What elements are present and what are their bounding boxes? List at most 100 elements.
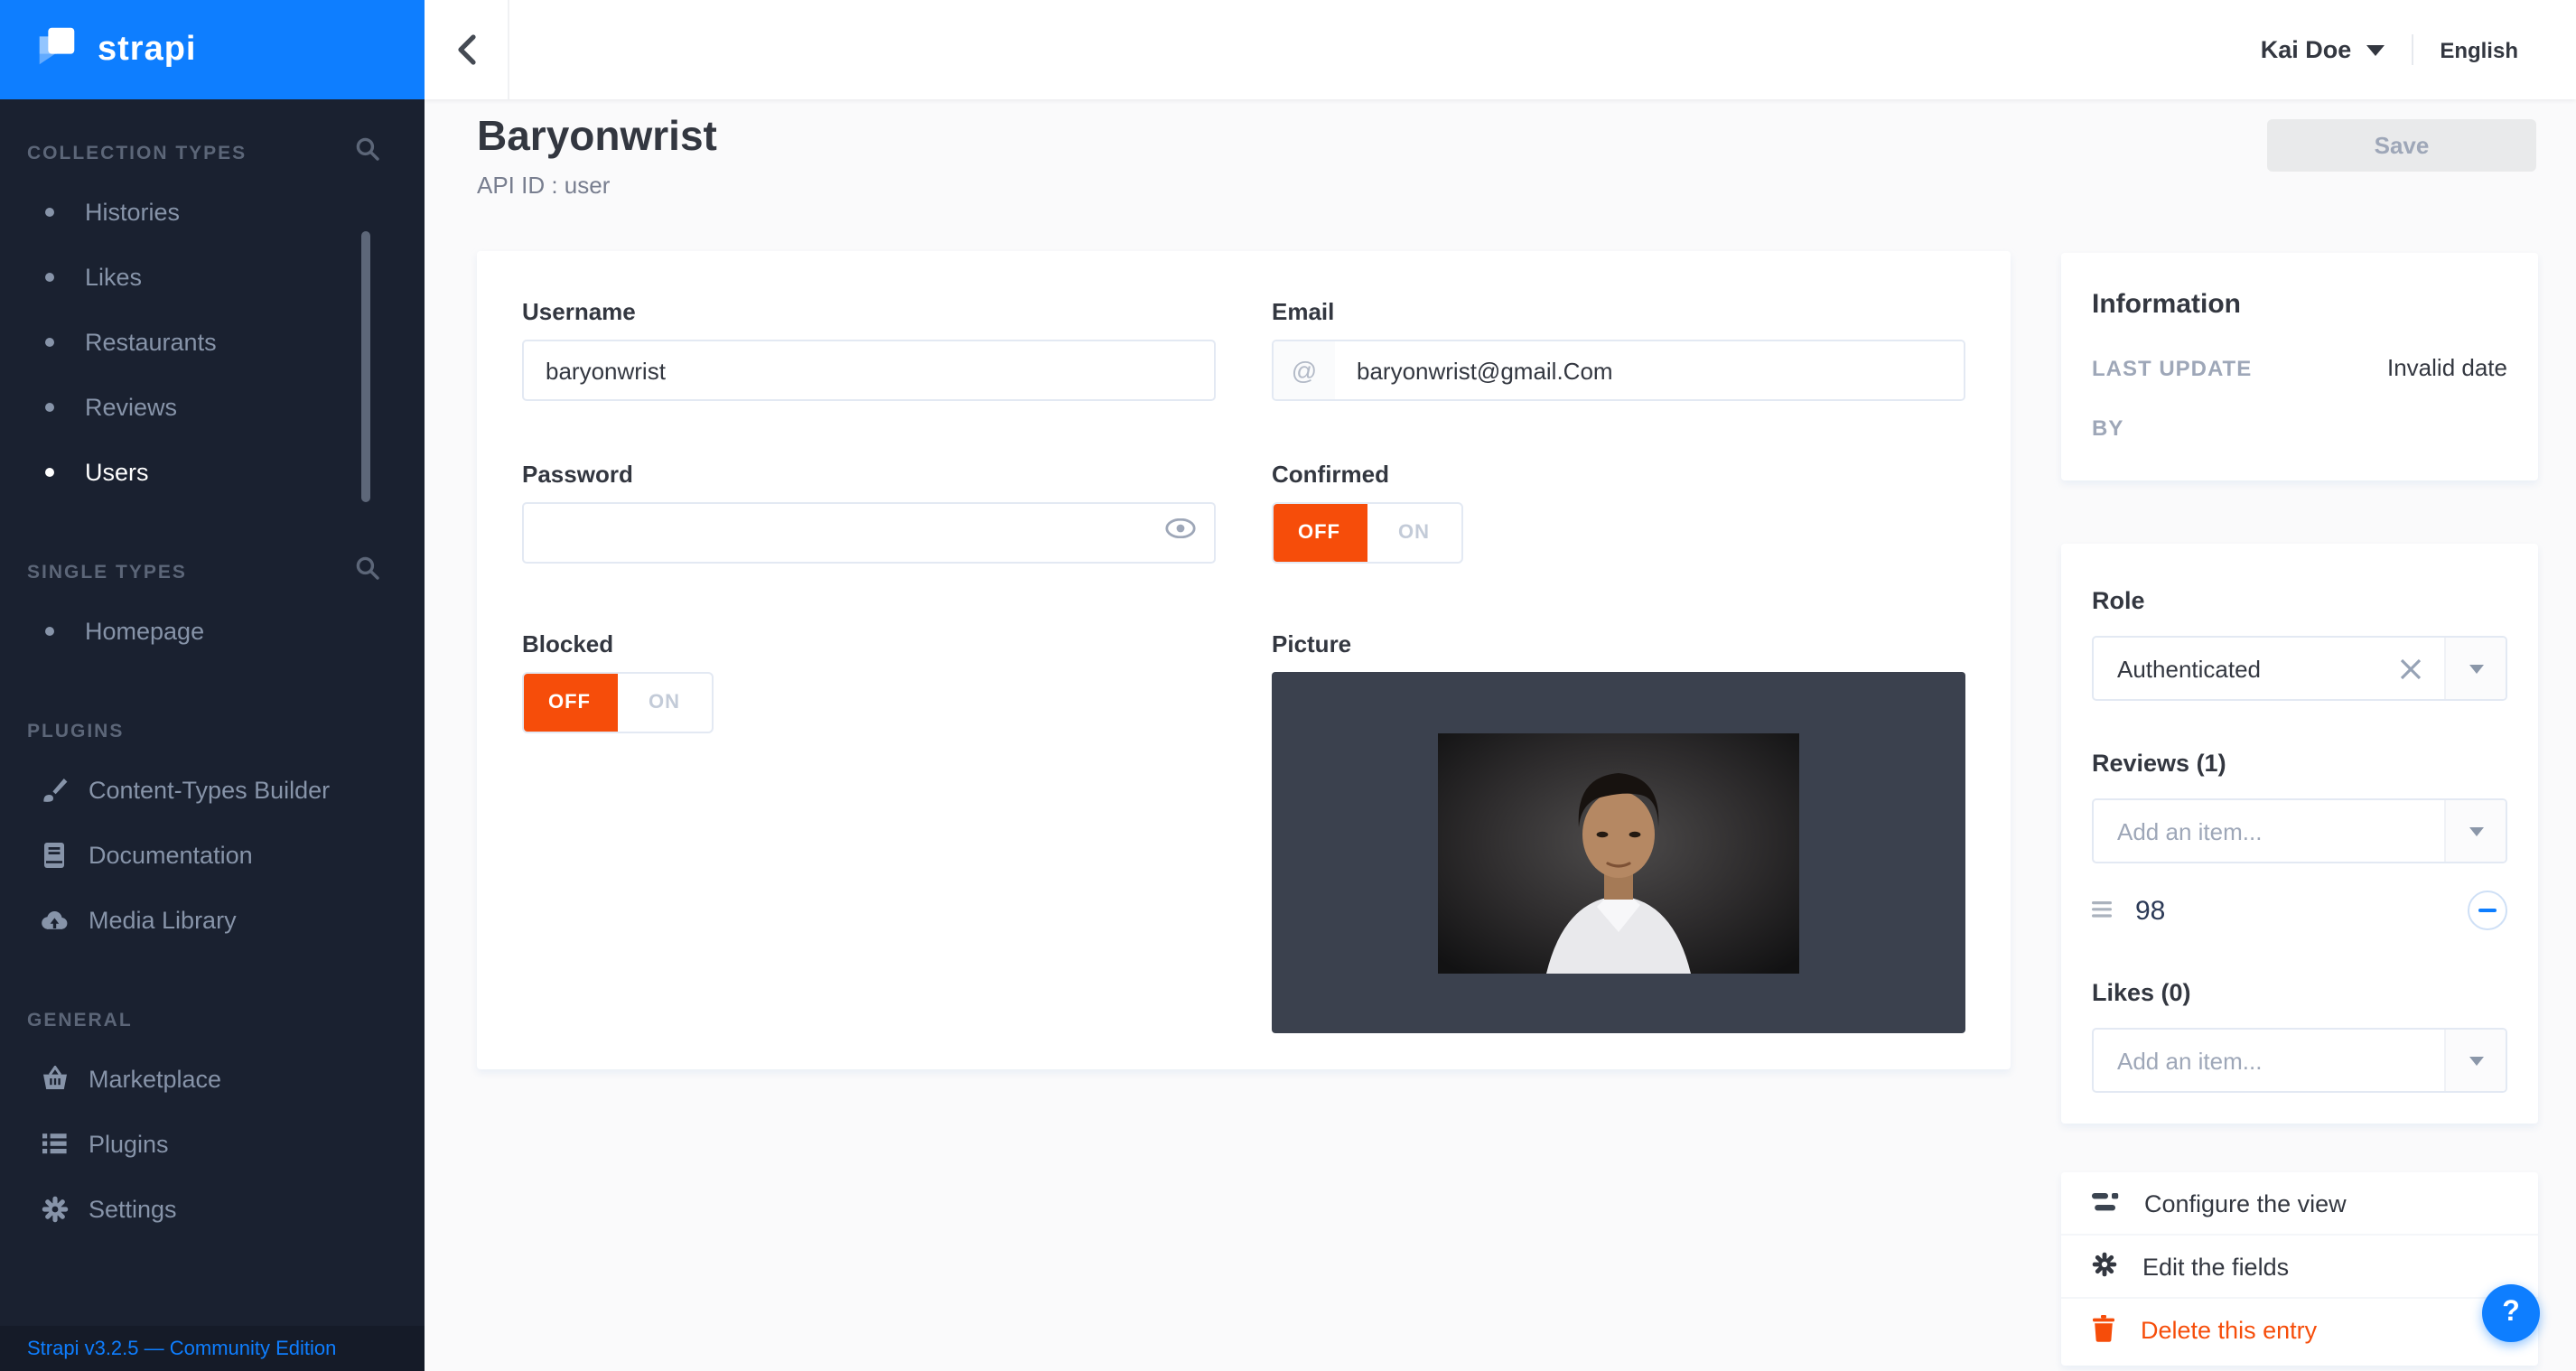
dropdown-arrow-zone[interactable] (2444, 1030, 2506, 1091)
sidebar-item-settings[interactable]: Settings (0, 1176, 425, 1241)
likes-add-select[interactable]: Add an item... (2092, 1028, 2507, 1093)
sidebar-footer: Strapi v3.2.5 — Community Edition (0, 1326, 425, 1371)
sidebar-item-label: Content-Types Builder (89, 776, 330, 803)
toggle-on-segment[interactable]: ON (617, 674, 712, 732)
clear-icon[interactable] (2399, 638, 2444, 699)
username-input[interactable] (522, 340, 1216, 401)
eye-icon[interactable] (1165, 515, 1196, 547)
sidebar-item-label: Users (85, 458, 149, 485)
password-label: Password (522, 461, 1216, 490)
sidebar-scrollbar[interactable] (361, 231, 370, 502)
email-input[interactable] (1335, 341, 1964, 399)
back-button[interactable] (425, 0, 509, 99)
sidebar-item-plugins[interactable]: Plugins (0, 1111, 425, 1176)
password-input[interactable] (522, 502, 1216, 564)
confirmed-group: Confirmed OFF ON (1272, 461, 1965, 564)
search-icon[interactable] (356, 556, 379, 589)
entry-actions-card: Configure the view Edit the fields Delet… (2061, 1172, 2538, 1366)
bullet-icon (45, 337, 54, 346)
remove-item-button[interactable] (2468, 891, 2507, 930)
bullet-icon (45, 626, 54, 635)
sidebar-item-homepage[interactable]: Homepage (0, 598, 425, 663)
reviews-add-select[interactable]: Add an item... (2092, 798, 2507, 863)
sidebar-item-marketplace[interactable]: Marketplace (0, 1046, 425, 1111)
last-update-label: LAST UPDATE (2092, 355, 2252, 380)
topbar: Kai Doe English (425, 0, 2576, 99)
divider (2411, 34, 2413, 65)
picture-group: Picture (1272, 630, 1965, 1033)
bullet-icon (45, 207, 54, 216)
picture-preview[interactable] (1272, 672, 1965, 1033)
single-types-title: SINGLE TYPES (27, 562, 187, 583)
plugins-list: Content-Types Builder Documentation Medi… (0, 757, 425, 952)
role-label: Role (2092, 587, 2507, 614)
language-selector[interactable]: English (2440, 37, 2518, 62)
general-header: GENERAL (0, 1006, 425, 1035)
cloud-upload-icon (40, 908, 69, 931)
user-menu[interactable]: Kai Doe (2261, 36, 2385, 63)
likes-label: Likes (0) (2092, 979, 2507, 1006)
help-button[interactable]: ? (2482, 1284, 2540, 1342)
configure-view-link[interactable]: Configure the view (2061, 1172, 2538, 1236)
confirmed-label: Confirmed (1272, 461, 1965, 490)
edit-fields-link[interactable]: Edit the fields (2061, 1236, 2538, 1299)
paintbrush-icon (40, 776, 69, 803)
sidebar-item-label: Plugins (89, 1130, 169, 1157)
last-update-row: LAST UPDATE Invalid date (2092, 354, 2507, 381)
toggle-on-segment[interactable]: ON (1367, 504, 1461, 562)
version-link[interactable]: Strapi v3.2.5 — Community Edition (27, 1338, 336, 1359)
dropdown-arrow-zone[interactable] (2444, 800, 2506, 862)
toggle-off-segment[interactable]: OFF (522, 672, 617, 733)
blocked-toggle[interactable]: OFF ON (522, 672, 714, 733)
plugins-title: PLUGINS (27, 721, 124, 742)
bullet-icon (45, 272, 54, 281)
minus-icon (2478, 909, 2497, 912)
by-row: BY (2092, 415, 2507, 441)
topbar-right: Kai Doe English (2261, 34, 2576, 65)
dropdown-arrow-zone[interactable] (2444, 638, 2506, 699)
likes-placeholder: Add an item... (2094, 1030, 2444, 1091)
delete-entry-link[interactable]: Delete this entry (2061, 1299, 2538, 1362)
save-button[interactable]: Save (2267, 119, 2536, 172)
sidebar-item-label: Histories (85, 198, 180, 225)
reviews-placeholder: Add an item... (2094, 800, 2444, 862)
email-label: Email (1272, 298, 1965, 327)
picture-label: Picture (1272, 630, 1965, 659)
chevron-down-icon (2469, 1056, 2483, 1065)
sidebar-item-media-library[interactable]: Media Library (0, 887, 425, 952)
sidebar-item-label: Reviews (85, 393, 177, 420)
at-sign-icon: @ (1274, 341, 1335, 399)
role-select[interactable]: Authenticated (2092, 636, 2507, 701)
chevron-down-icon (2469, 664, 2483, 673)
portrait-photo (1438, 732, 1799, 973)
sidebar: strapi COLLECTION TYPES Histories Likes … (0, 0, 425, 1371)
configure-view-label: Configure the view (2144, 1189, 2347, 1217)
strapi-logo-icon (33, 22, 81, 78)
role-value: Authenticated (2094, 638, 2399, 699)
reviews-label: Reviews (1) (2092, 750, 2507, 777)
single-types-list: Homepage (0, 598, 425, 663)
email-group: Email @ (1272, 298, 1965, 401)
search-icon[interactable] (356, 137, 379, 170)
review-item-value[interactable]: 98 (2135, 895, 2165, 926)
relations-card: Role Authenticated Reviews (1) Add an it… (2061, 544, 2538, 1124)
confirmed-toggle[interactable]: OFF ON (1272, 502, 1463, 564)
by-label: BY (2092, 415, 2123, 441)
email-field: @ (1272, 340, 1965, 401)
sidebar-item-content-types-builder[interactable]: Content-Types Builder (0, 757, 425, 822)
sidebar-item-label: Restaurants (85, 328, 217, 355)
edit-fields-label: Edit the fields (2142, 1253, 2289, 1280)
collection-types-header: COLLECTION TYPES (0, 139, 425, 168)
last-update-value: Invalid date (2387, 354, 2507, 381)
gear-icon (2092, 1251, 2117, 1282)
toggle-off-segment[interactable]: OFF (1272, 502, 1367, 564)
page-subtitle: API ID : user (477, 172, 610, 199)
sidebar-item-documentation[interactable]: Documentation (0, 822, 425, 887)
entry-form-card: Username Email @ Password Confirmed (477, 251, 2011, 1069)
drag-handle-icon[interactable] (2092, 894, 2112, 927)
strapi-logo[interactable]: strapi (0, 0, 425, 99)
user-name: Kai Doe (2261, 36, 2352, 63)
strapi-admin-app: strapi COLLECTION TYPES Histories Likes … (0, 0, 2576, 1371)
general-list: Marketplace Plugins Settings (0, 1046, 425, 1241)
general-title: GENERAL (27, 1010, 133, 1031)
